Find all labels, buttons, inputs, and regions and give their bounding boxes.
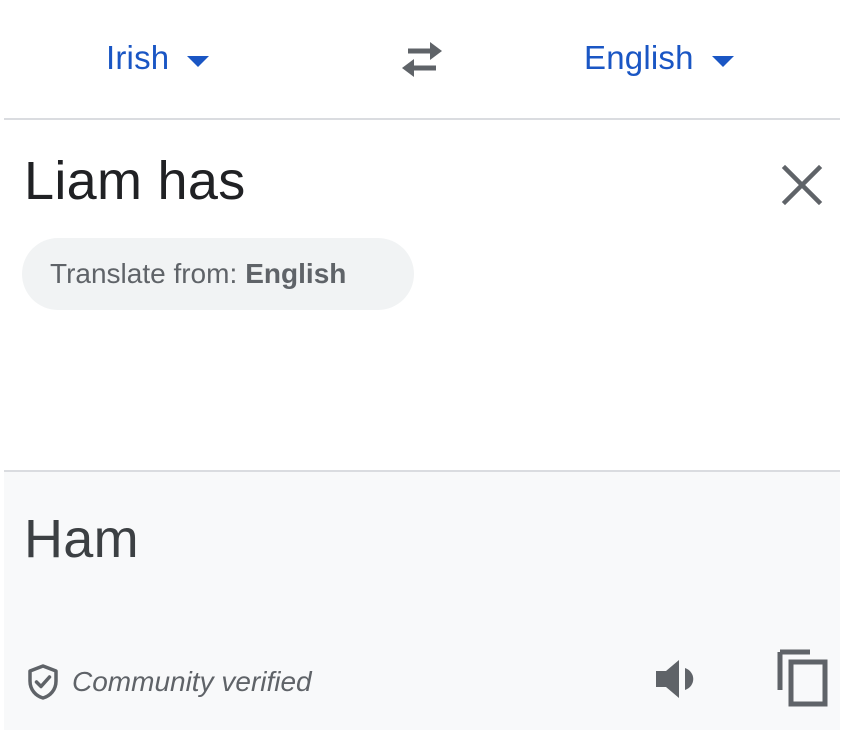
translation-output: Ham [24,509,139,569]
clear-source-button[interactable] [779,162,825,208]
translate-card: Irish English Liam has Translate from: E… [4,0,840,730]
verified-label: Community verified [72,666,312,697]
community-verified-badge: Community verified [26,662,312,702]
listen-button[interactable] [652,654,708,704]
target-language-selector[interactable]: English [584,38,734,78]
source-text-input[interactable]: Liam has [24,150,246,212]
target-language-label: English [584,39,694,76]
source-panel: Liam has Translate from: English [4,120,840,472]
language-bar: Irish English [4,0,840,120]
source-dropdown-arrow-icon [187,55,210,67]
source-language-label: Irish [106,39,170,76]
result-panel: Ham Community verified [4,472,840,730]
swap-languages-button[interactable] [394,34,450,82]
volume-icon [656,660,694,698]
target-dropdown-arrow-icon [711,55,734,67]
swap-horiz-icon [402,42,442,77]
shield-check-icon [28,664,58,700]
copy-translation-button[interactable] [774,646,830,708]
translate-from-suggestion-chip[interactable]: Translate from: English [22,238,414,310]
close-icon [781,164,823,206]
source-language-selector[interactable]: Irish [106,38,210,78]
copy-icon [777,649,828,707]
suggestion-language: English [245,258,347,289]
suggestion-prefix: Translate from: [50,258,238,289]
